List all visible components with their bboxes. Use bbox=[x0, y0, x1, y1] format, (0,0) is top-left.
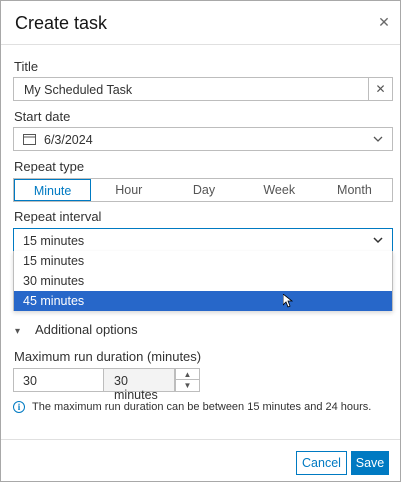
title-label: Title bbox=[14, 59, 39, 74]
repeat-interval-select[interactable]: 15 minutes bbox=[13, 228, 393, 252]
chevron-down-icon: ▾ bbox=[15, 326, 21, 337]
chevron-down-icon bbox=[373, 136, 383, 142]
cancel-button[interactable]: Cancel bbox=[296, 451, 347, 475]
repeat-type-day[interactable]: Day bbox=[166, 179, 241, 201]
create-task-dialog: Create task ✕ Title My Scheduled Task ✕ … bbox=[0, 0, 401, 482]
close-icon[interactable]: ✕ bbox=[377, 15, 391, 29]
chevron-up-icon[interactable]: ▲ bbox=[176, 369, 199, 380]
max-duration-stepper: ▲ ▼ bbox=[175, 368, 200, 392]
max-duration-suffix: 30 minutes bbox=[103, 368, 175, 402]
dropdown-option-15-minutes[interactable]: 15 minutes bbox=[14, 251, 392, 271]
dialog-footer: Cancel Save bbox=[1, 439, 400, 482]
repeat-interval-value: 15 minutes bbox=[23, 234, 85, 248]
max-duration-label: Maximum run duration (minutes) bbox=[14, 349, 202, 364]
repeat-type-label: Repeat type bbox=[14, 159, 85, 174]
dialog-header: Create task ✕ bbox=[1, 1, 400, 45]
chevron-down-icon[interactable]: ▼ bbox=[176, 380, 199, 391]
additional-options-toggle[interactable]: ▾ Additional options bbox=[15, 322, 138, 337]
repeat-type-minute[interactable]: Minute bbox=[14, 179, 92, 201]
info-icon: i bbox=[13, 401, 25, 413]
title-input-value: My Scheduled Task bbox=[24, 83, 133, 97]
mouse-pointer-icon bbox=[283, 294, 293, 308]
calendar-icon bbox=[23, 134, 36, 145]
start-date-value: 6/3/2024 bbox=[44, 133, 93, 147]
start-date-label: Start date bbox=[14, 109, 71, 124]
dropdown-option-45-minutes[interactable]: 45 minutes bbox=[14, 291, 392, 311]
repeat-type-month[interactable]: Month bbox=[317, 179, 392, 201]
repeat-type-hour[interactable]: Hour bbox=[91, 179, 166, 201]
max-duration-value: 30 bbox=[23, 374, 37, 388]
save-button[interactable]: Save bbox=[351, 451, 389, 475]
info-text: The maximum run duration can be between … bbox=[32, 401, 372, 413]
start-date-picker[interactable]: 6/3/2024 bbox=[13, 127, 393, 151]
chevron-down-icon bbox=[373, 237, 383, 244]
x-icon[interactable]: ✕ bbox=[368, 77, 392, 101]
title-input[interactable]: My Scheduled Task ✕ bbox=[13, 77, 393, 101]
dialog-title: Create task bbox=[15, 13, 108, 33]
dropdown-option-30-minutes[interactable]: 30 minutes bbox=[14, 271, 392, 291]
additional-options-label: Additional options bbox=[35, 322, 138, 337]
repeat-interval-label: Repeat interval bbox=[14, 209, 102, 224]
duration-info-note: i The maximum run duration can be betwee… bbox=[13, 401, 371, 413]
repeat-type-segmented-control: Minute Hour Day Week Month bbox=[13, 178, 393, 202]
repeat-interval-dropdown-menu: 15 minutes 30 minutes 45 minutes bbox=[13, 251, 393, 311]
repeat-type-week[interactable]: Week bbox=[242, 179, 317, 201]
max-duration-input[interactable]: 30 bbox=[13, 368, 104, 392]
max-duration-suffix-text: 30 minutes bbox=[114, 374, 158, 402]
